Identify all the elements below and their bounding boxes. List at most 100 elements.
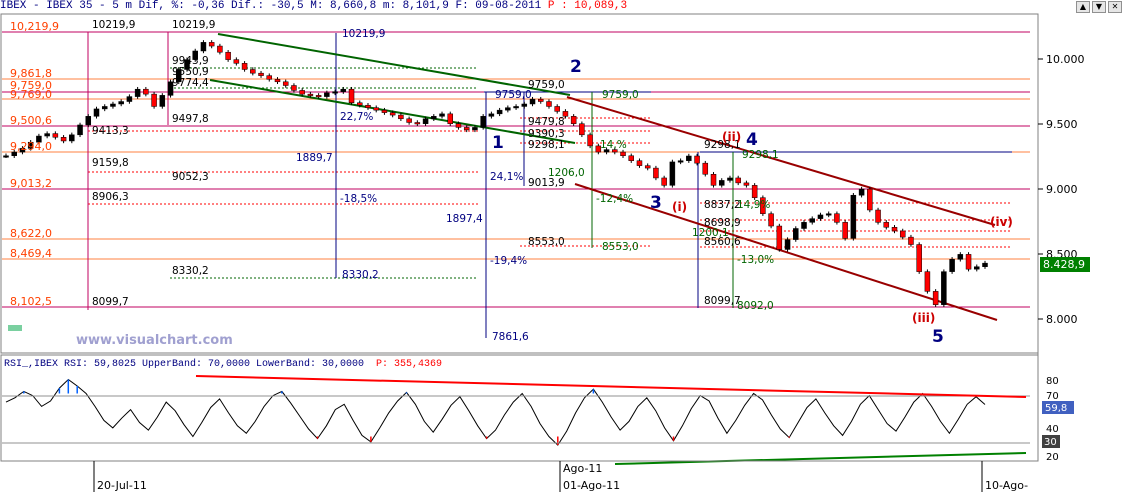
plot-label: 14,9% [737, 199, 770, 211]
candle-body [718, 180, 725, 186]
candle-body [225, 51, 231, 60]
candle-body [891, 227, 898, 232]
plot-label: 1889,7 [296, 152, 333, 164]
rsi-title: RSI_,IBEX RSI: 59,8025 UpperBand: 70,000… [4, 358, 364, 370]
candle-body [274, 79, 281, 83]
candle-body [677, 160, 684, 163]
plot-label: 9774,4 [172, 77, 209, 89]
candle-body [69, 134, 75, 142]
level-label: 9,500,6 [10, 114, 52, 127]
level-label: 10,219,9 [10, 20, 59, 33]
candle-body [710, 174, 717, 186]
candle-body [982, 262, 988, 267]
panel-marker [8, 325, 22, 331]
plot-label: 9052,3 [172, 171, 209, 183]
candle-body [686, 155, 692, 161]
candle-body [241, 63, 248, 70]
candle-body [332, 91, 338, 94]
candle-body [875, 209, 881, 223]
candle-body [258, 72, 264, 76]
plot-label: 8553,0 [602, 241, 639, 253]
candle-body [480, 116, 486, 128]
candle-body [825, 213, 832, 216]
candle-body [455, 123, 462, 128]
plot-label: -13,0% [737, 254, 774, 266]
candle-body [850, 194, 857, 239]
candle-body [628, 155, 634, 161]
time-label: 20-Jul-11 [97, 479, 147, 492]
plot-label: -19,4% [490, 255, 527, 267]
wave-label: (iv) [990, 215, 1013, 229]
plot-label: 8837,2 [704, 199, 741, 211]
candle-body [398, 114, 404, 120]
plot-label: 9298,1 [742, 149, 779, 161]
candle-body [134, 88, 141, 97]
candle-body [60, 137, 67, 142]
candle-body [282, 81, 289, 86]
time-axis: 20-Jul-11 Ago-11 01-Ago-11 10-Ago- [1, 460, 1038, 492]
plot-label: 9298,1 [528, 139, 565, 151]
plot-label: 9413,3 [92, 125, 129, 137]
candle-body [554, 106, 560, 112]
plot-label: 8092,0 [737, 300, 774, 312]
candle-body [266, 75, 273, 80]
plot-label: 14,% [600, 139, 627, 151]
candle-body [110, 103, 116, 107]
plot-label: 8553,0 [528, 236, 565, 248]
rsi-value-label: 59,8 [1045, 403, 1067, 414]
rsi-low-label: 30 [1044, 437, 1057, 448]
candle-body [488, 113, 495, 117]
plot-label: 9759,0 [495, 89, 532, 101]
candle-body [406, 118, 412, 123]
candle-body [949, 259, 955, 272]
plot-label: 8099,7 [92, 296, 129, 308]
plot-label: 8330,2 [342, 269, 379, 281]
price-axis: 10.000 9.500 9.000 8.500 8.000 8.428,9 [1038, 53, 1090, 326]
candle-body [941, 271, 947, 305]
candle-body [315, 95, 322, 98]
level-label: 9,013,2 [10, 177, 52, 190]
candle-body [85, 116, 92, 126]
candle-body [957, 254, 964, 260]
watermark: www.visualchart.com [76, 333, 233, 348]
plot-label: 8099,7 [704, 295, 741, 307]
candle-body [974, 266, 980, 270]
candle-body [924, 271, 931, 292]
plot-label: 1206,0 [548, 167, 585, 179]
plot-label: 9479,8 [528, 116, 565, 128]
candle-body [422, 118, 429, 124]
rsi-tick-label: 20 [1046, 452, 1059, 463]
wave-label: (ii) [722, 130, 741, 144]
candle-body [579, 123, 585, 136]
candle-body [118, 101, 124, 105]
level-label: 8,622,0 [10, 227, 52, 240]
candle-body [776, 225, 783, 250]
candle-body [381, 109, 388, 113]
candle-body [217, 45, 223, 53]
time-label: 10-Ago- [985, 479, 1028, 492]
candle-body [414, 122, 421, 125]
wave-label: 5 [932, 327, 944, 347]
candle-body [751, 185, 758, 198]
candle-body [348, 88, 355, 104]
candle-body [661, 177, 667, 186]
candle-body [768, 213, 774, 227]
candle-body [899, 230, 906, 238]
candle-body [439, 113, 445, 117]
candle-body [735, 177, 741, 184]
candle-body [208, 42, 215, 47]
candle-body [299, 90, 305, 95]
rsi-panel [0, 354, 1039, 462]
plot-label: 8906,3 [92, 191, 129, 203]
candle-body [858, 188, 865, 196]
plot-label: 10219,9 [342, 28, 385, 40]
level-label: 9,294,0 [10, 140, 52, 153]
plot-label: 24,1% [490, 171, 523, 183]
wave-label: 3 [650, 193, 662, 213]
candle-body [817, 214, 824, 219]
plot-label: 22,7% [340, 111, 373, 123]
candle-body [324, 92, 330, 97]
candle-body [200, 42, 207, 52]
wave-label: 1 [492, 133, 504, 153]
level-label: 8,469,4 [10, 247, 52, 260]
